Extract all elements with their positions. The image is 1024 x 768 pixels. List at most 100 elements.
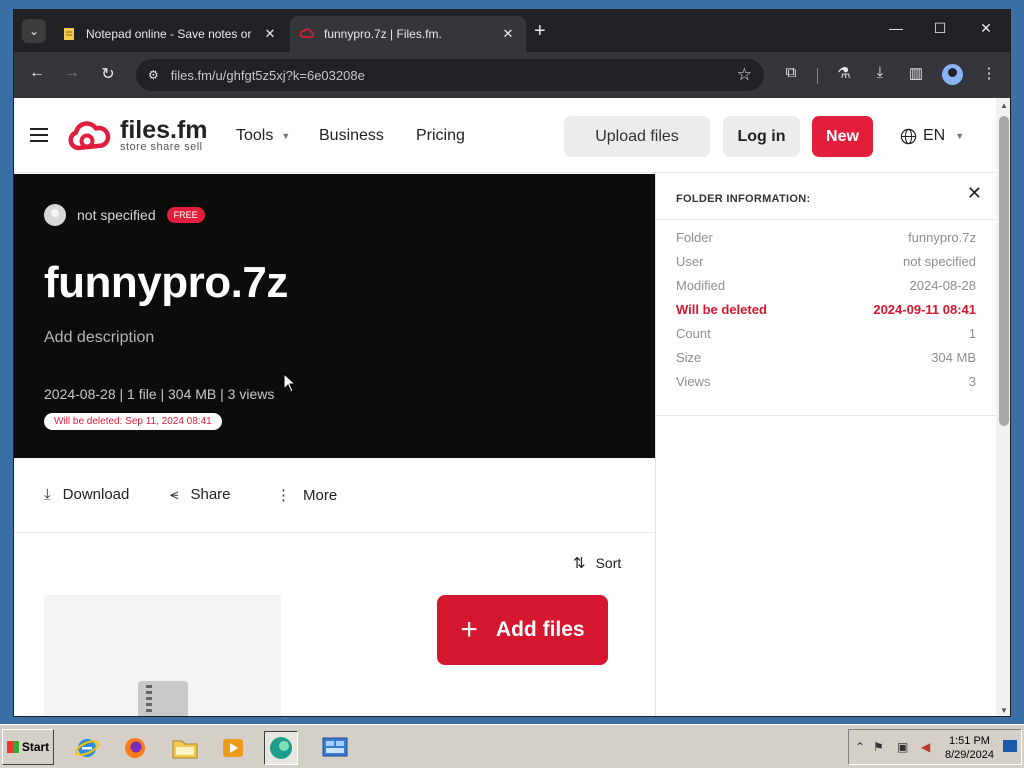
browser-toolbar: ← → ↻ ⚙ files.fm/u/ghfgt5z5xj?k=6e03208e… xyxy=(14,52,1010,98)
avatar[interactable] xyxy=(44,204,66,226)
close-icon[interactable]: ✕ xyxy=(262,26,278,42)
file-thumbnail[interactable] xyxy=(44,595,281,716)
tune-icon[interactable]: ⚙ xyxy=(148,68,159,82)
language-selector[interactable]: EN ▼ xyxy=(900,127,964,145)
nav-pricing[interactable]: Pricing xyxy=(416,127,465,145)
download-icon[interactable]: ⤓ xyxy=(869,64,891,81)
internet-explorer-icon[interactable] xyxy=(70,731,104,765)
firefox-icon[interactable] xyxy=(118,731,152,765)
info-row-folder: Folder funnypro.7z xyxy=(676,230,976,254)
description-field[interactable]: Add description xyxy=(44,329,154,347)
mouse-cursor-icon xyxy=(283,373,297,393)
page-scrollbar[interactable]: ▲ ▼ xyxy=(996,98,1010,716)
forward-arrow-icon[interactable]: → xyxy=(61,64,83,82)
back-arrow-icon[interactable]: ← xyxy=(26,64,48,82)
site-logo[interactable]: files.fm store share sell xyxy=(66,118,208,154)
add-files-button[interactable]: + Add files xyxy=(437,595,608,665)
nav-business[interactable]: Business xyxy=(319,127,384,145)
star-icon[interactable]: ☆ xyxy=(737,65,752,85)
clock-date: 8/29/2024 xyxy=(945,749,994,761)
plan-badge: FREE xyxy=(166,207,205,223)
folder-icon[interactable] xyxy=(168,731,202,765)
nav-label: Pricing xyxy=(416,127,465,144)
info-value: 2024-09-11 08:41 xyxy=(873,302,976,317)
globe-icon xyxy=(900,128,917,144)
info-list: Folder funnypro.7z User not specified Modi… xyxy=(676,230,976,398)
action-bar: ⤓ Download ⪪ Share ⋮ More xyxy=(14,458,655,533)
caret-down-icon: ▼ xyxy=(955,131,965,141)
more-button[interactable]: ⋮ More xyxy=(276,486,338,505)
flask-icon[interactable]: ⚗ xyxy=(833,64,855,82)
new-button[interactable]: New xyxy=(812,116,873,157)
reload-icon[interactable]: ↻ xyxy=(97,64,119,84)
add-files-label: Add files xyxy=(495,618,585,641)
hamburger-menu-icon[interactable] xyxy=(30,128,48,142)
language-code: EN xyxy=(923,127,946,144)
profile-icon[interactable] xyxy=(942,64,963,85)
puzzle-icon[interactable]: ⧉ xyxy=(780,64,802,81)
share-button[interactable]: ⪪ Share xyxy=(170,486,231,503)
folder-meta: 2024-08-28 | 1 file | 304 MB | 3 views xyxy=(44,386,275,402)
folder-info-panel: FOLDER INFORMATION: ✕ Folder funnypro.7z … xyxy=(655,174,997,716)
close-icon[interactable]: ✕ xyxy=(967,183,982,204)
control-panel-icon[interactable] xyxy=(318,731,352,765)
side-panel-icon[interactable]: ▥ xyxy=(905,64,927,82)
tab-filesfm[interactable]: funnypro.7z | Files.fm. ✕ xyxy=(290,16,526,52)
info-divider xyxy=(656,415,997,416)
info-row-size: Size 304 MB xyxy=(676,350,976,374)
clock-time: 1:51 PM xyxy=(948,735,990,747)
close-icon[interactable]: ✕ xyxy=(971,20,1001,37)
site-header: files.fm store share sell Tools ▼ Busines… xyxy=(14,98,996,173)
maximize-icon[interactable]: ☐ xyxy=(925,20,955,37)
info-row-count: Count 1 xyxy=(676,326,976,350)
tab-bar: ⌄ Notepad online - Save notes or ✕ funny… xyxy=(14,10,1010,52)
tab-title: funnypro.7z | Files.fm. xyxy=(324,27,442,41)
scroll-down-icon[interactable]: ▼ xyxy=(996,706,1010,715)
info-label: Will be deleted xyxy=(676,302,767,317)
owner-name[interactable]: not specified xyxy=(77,207,156,223)
close-icon[interactable]: ✕ xyxy=(500,26,516,42)
more-label: More xyxy=(303,486,338,504)
show-hidden-icons-icon[interactable]: ⌃ xyxy=(855,740,865,754)
nav-tools[interactable]: Tools ▼ xyxy=(236,127,290,145)
chevron-down-icon[interactable]: ⌄ xyxy=(22,19,46,43)
logo-tagline: store share sell xyxy=(120,141,203,153)
tab-notepad[interactable]: Notepad online - Save notes or ✕ xyxy=(52,16,288,52)
info-value: funnypro.7z xyxy=(908,230,976,245)
info-label: Views xyxy=(676,374,711,389)
network-icon[interactable]: ▣ xyxy=(897,740,908,754)
system-clock[interactable]: 1:51 PM 8/29/2024 xyxy=(945,734,994,762)
toolbar-divider xyxy=(817,68,818,84)
kebab-menu-icon: ⋮ xyxy=(276,487,291,504)
plus-icon[interactable]: + xyxy=(534,20,546,42)
url-text[interactable]: files.fm/u/ghfgt5z5xj?k=6e03208e xyxy=(171,68,737,83)
media-player-icon[interactable] xyxy=(216,731,250,765)
page-viewport: files.fm store share sell Tools ▼ Busines… xyxy=(14,98,1010,716)
info-label: Modified xyxy=(676,278,726,293)
info-label: User xyxy=(676,254,704,269)
start-button[interactable]: Start xyxy=(2,729,54,765)
sort-arrows-icon: ⇅ xyxy=(573,555,586,572)
show-desktop-icon[interactable] xyxy=(1003,740,1017,752)
delete-notice-badge: Will be deleted: Sep 11, 2024 08:41 xyxy=(44,413,222,430)
info-value: 3 xyxy=(968,374,976,389)
upload-files-button[interactable]: Upload files xyxy=(564,116,710,157)
system-tray: ⌃ ⚑ ▣ ◀ 1:51 PM 8/29/2024 xyxy=(848,729,1022,765)
info-label: Count xyxy=(676,326,711,341)
browser-window: ⌄ Notepad online - Save notes or ✕ funny… xyxy=(13,9,1011,717)
minimize-icon[interactable]: — xyxy=(881,20,911,36)
scrollbar-thumb[interactable] xyxy=(999,116,1009,426)
scroll-up-icon[interactable]: ▲ xyxy=(996,101,1010,110)
action-center-flag-icon[interactable]: ⚑ xyxy=(873,740,884,754)
sort-button[interactable]: ⇅ Sort xyxy=(573,554,621,572)
kebab-menu-icon[interactable]: ⋮ xyxy=(978,64,1000,82)
volume-muted-icon[interactable]: ◀ xyxy=(921,740,930,754)
info-row-modified: Modified 2024-08-28 xyxy=(676,278,976,302)
address-bar[interactable]: ⚙ files.fm/u/ghfgt5z5xj?k=6e03208e ☆ xyxy=(136,59,764,91)
download-button[interactable]: ⤓ Download xyxy=(44,486,129,503)
edge-icon[interactable] xyxy=(264,731,298,765)
download-icon: ⤓ xyxy=(44,486,51,503)
login-button[interactable]: Log in xyxy=(723,116,800,157)
info-panel-title: FOLDER INFORMATION: xyxy=(676,193,811,205)
sort-label: Sort xyxy=(595,555,622,571)
